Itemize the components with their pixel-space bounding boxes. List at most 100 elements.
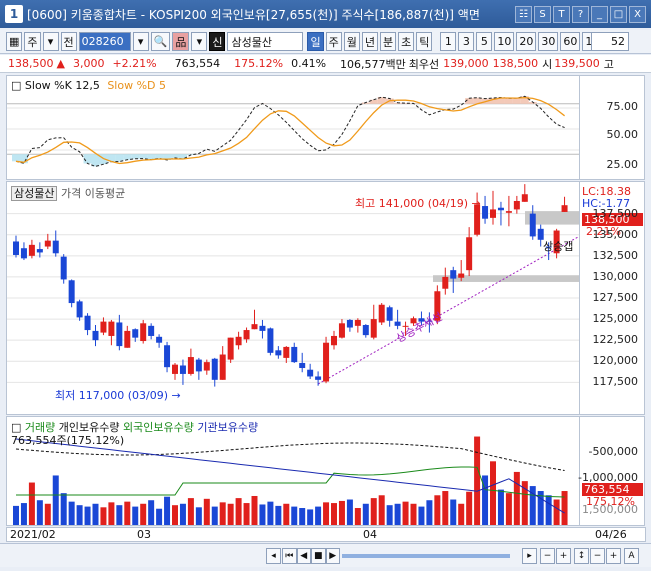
volume-bar <box>434 495 441 525</box>
count-input[interactable]: 52 <box>591 32 629 51</box>
candle-body <box>497 207 504 211</box>
period-minute[interactable]: 분 <box>379 32 397 51</box>
best-bid: 138,500 <box>492 57 539 70</box>
play-back-icon[interactable]: ◀ <box>296 548 311 564</box>
volume-bar <box>505 493 512 525</box>
interval-30[interactable]: 30 <box>538 32 559 51</box>
high-annotation: 최고 141,000 (04/19) → <box>355 197 481 210</box>
interval-3[interactable]: 3 <box>458 32 475 51</box>
interval-60[interactable]: 60 <box>560 32 581 51</box>
interval-10[interactable]: 10 <box>494 32 515 51</box>
minimize-button[interactable]: _ <box>591 5 608 23</box>
period-week[interactable]: 주 <box>325 32 342 51</box>
maximize-button[interactable]: □ <box>610 5 627 23</box>
volume-bar <box>513 471 520 525</box>
candle-body <box>60 256 67 280</box>
candle-body <box>108 321 115 336</box>
volume-bar <box>299 508 306 525</box>
stoch-oversold-fill <box>91 154 100 167</box>
volume-bar <box>13 505 19 525</box>
interval-1[interactable]: 1 <box>440 32 457 51</box>
price-tick: 117,500 <box>592 375 639 389</box>
candle-body <box>259 325 266 331</box>
volume-bar <box>108 502 115 525</box>
play-icon[interactable]: ▶ <box>325 548 340 564</box>
s-button[interactable]: S <box>534 5 551 23</box>
code-dropdown-icon[interactable]: ▾ <box>132 32 149 51</box>
help-button[interactable]: ? <box>572 5 589 23</box>
period-tick[interactable]: 틱 <box>416 32 433 51</box>
candle-body <box>187 357 194 374</box>
stochastic-panel[interactable]: □ Slow %K 12,5 Slow %D 5 <box>6 75 580 180</box>
volume-bar <box>164 496 171 525</box>
interval-20[interactable]: 20 <box>516 32 537 51</box>
stop-icon[interactable]: ■ <box>311 548 326 564</box>
zoom-out-icon[interactable]: − <box>540 548 555 564</box>
stock-name-tag[interactable]: 삼성물산 <box>11 186 58 201</box>
candle-body <box>331 335 337 346</box>
volume-bar <box>283 503 290 525</box>
price-legend: 삼성물산 가격 이동평균 <box>11 185 125 201</box>
volume-panel[interactable]: □ 거래량 개인보유수량 외국인보유수량 기관보유수량 763,554주(175… <box>6 416 580 526</box>
font-size-icon[interactable]: A <box>624 548 639 564</box>
stock-code-input[interactable]: 028260 <box>78 32 131 51</box>
volume-bar <box>378 495 385 525</box>
scroll-right-icon[interactable]: ▸ <box>522 548 537 564</box>
stoch-tick-50: 50.00 <box>606 128 639 141</box>
volume-bar <box>497 489 504 525</box>
candle-body <box>362 324 369 336</box>
x-label-apr: 04 <box>363 528 377 541</box>
volume-bar <box>386 505 393 525</box>
candle-body <box>323 342 330 382</box>
period-day[interactable]: 일 <box>307 32 324 51</box>
volume-bar <box>92 503 99 525</box>
volume-bar <box>148 500 155 525</box>
period-second[interactable]: 초 <box>398 32 415 51</box>
volume-bar <box>362 503 369 525</box>
price-panel[interactable]: 삼성물산 가격 이동평균 최고 141,000 (04/19) → 최저 117… <box>6 181 580 415</box>
stock-name-field[interactable]: 삼성물산 <box>227 32 304 51</box>
volume-bar <box>132 506 139 525</box>
volume-bar <box>251 495 258 525</box>
chevron-down-icon[interactable]: ▾ <box>42 32 59 51</box>
vertical-scale-icon[interactable]: ↕ <box>574 548 589 564</box>
zoom-reduce-icon[interactable]: − <box>590 548 605 564</box>
rewind-icon[interactable]: ⏮ <box>282 548 297 564</box>
candle-body <box>52 240 59 254</box>
ma-label: 가격 이동평균 <box>60 187 126 200</box>
volume-bar <box>243 503 250 525</box>
volume-bar <box>116 505 123 525</box>
price-tick: 132,500 <box>592 248 639 262</box>
window-menu-button[interactable]: ☷ <box>515 5 532 23</box>
pattern-icon[interactable]: 品 <box>172 32 190 51</box>
stoch-tick-75: 75.00 <box>606 100 639 113</box>
period-year[interactable]: 년 <box>361 32 378 51</box>
close-button[interactable]: X <box>629 5 646 23</box>
interval-5[interactable]: 5 <box>476 32 493 51</box>
period-toggle[interactable]: 주 <box>24 32 41 51</box>
grid-icon[interactable]: ▦ <box>6 32 23 51</box>
volume-bar <box>370 498 377 525</box>
candle-body <box>513 200 520 210</box>
legend-institution: 기관보유수량 <box>197 421 259 434</box>
zoom-increase-icon[interactable]: + <box>606 548 621 564</box>
candle-body <box>203 362 210 371</box>
scroll-track[interactable] <box>342 554 510 558</box>
chevron-down-icon-2[interactable]: ▾ <box>191 32 208 51</box>
volume-bar <box>307 509 314 525</box>
volume-bar <box>561 491 568 525</box>
gap-label: 상승갭 <box>543 240 574 253</box>
candle-body <box>84 315 91 331</box>
volume-bar <box>331 503 337 525</box>
search-icon[interactable]: 🔍 <box>150 32 171 51</box>
candle-body <box>354 319 361 326</box>
period-month[interactable]: 월 <box>343 32 360 51</box>
t-button[interactable]: T <box>553 5 570 23</box>
candle-body <box>346 319 353 328</box>
volume-bar <box>323 502 330 525</box>
price-tick: 127,500 <box>592 291 639 304</box>
scroll-left-icon[interactable]: ◂ <box>266 548 281 564</box>
zoom-in-icon[interactable]: + <box>556 548 571 564</box>
scope-button[interactable]: 전 <box>60 32 77 51</box>
volume-bar <box>458 503 465 525</box>
